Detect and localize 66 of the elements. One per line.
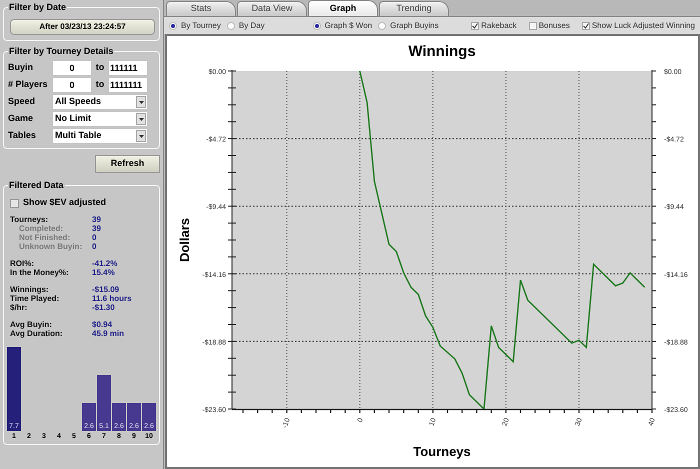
chart-title: Winnings <box>408 43 476 60</box>
to-label: to <box>94 78 106 92</box>
range-to-field[interactable]: 111111 <box>109 61 147 75</box>
group-title: Filtered Data <box>8 179 65 191</box>
range-from-field[interactable]: 0 <box>53 61 91 75</box>
checkbox[interactable] <box>528 22 537 30</box>
stat-value: 11.6 hours <box>92 294 132 303</box>
stat-label: Not Finished: <box>18 233 72 242</box>
stat-value: $0.94 <box>92 320 112 329</box>
group-title: Filter by Tourney Details <box>8 45 114 57</box>
radio-label: Graph $ Won <box>324 20 372 32</box>
stat-value: 39 <box>92 224 101 233</box>
tab[interactable]: Graph <box>308 0 378 16</box>
stat-label: Unknown Buyin: <box>18 242 84 251</box>
radio-label: By Tourney <box>181 20 221 32</box>
field-label: # Players <box>8 78 49 92</box>
group-title: Filter by Date <box>8 1 68 13</box>
stat-value: 39 <box>92 215 101 224</box>
field-label: Buyin <box>8 61 34 74</box>
stat-value: 0 <box>92 233 96 242</box>
range-from-field[interactable]: 0 <box>53 78 91 92</box>
date-filter-button[interactable]: After 03/23/13 23:24:57 <box>10 19 155 35</box>
stat-label: Avg Duration: <box>10 329 64 338</box>
x-axis-title: Tourneys <box>413 444 471 459</box>
radio-button[interactable] <box>378 22 386 30</box>
stat-label: In the Money%: <box>10 268 70 277</box>
tab[interactable]: Trending <box>379 1 449 16</box>
refresh-button[interactable]: Refresh <box>95 155 160 173</box>
radio-button[interactable] <box>312 22 321 30</box>
stat-value: -$1.30 <box>92 303 115 312</box>
radio-button[interactable] <box>169 22 177 30</box>
stat-label: Completed: <box>18 224 64 233</box>
checkbox-label: Show Luck Adjusted Winning <box>592 20 695 32</box>
stat-label: Tourneys: <box>10 215 50 224</box>
tab[interactable]: Stats <box>166 1 236 16</box>
checkbox-label: Bonuses <box>538 20 570 32</box>
range-to-field[interactable]: 1111111 <box>109 78 147 92</box>
stat-label: Winnings: <box>10 285 50 294</box>
stat-value: 0 <box>92 242 96 251</box>
check-icon <box>582 22 589 28</box>
checkbox[interactable] <box>582 22 590 30</box>
stat-value: 45.9 min <box>92 329 124 338</box>
stat-value: -41.2% <box>92 259 118 268</box>
checkbox-label: Rakeback <box>481 20 517 32</box>
checkbox[interactable] <box>10 198 19 208</box>
radio-label: Graph Buyins <box>390 20 439 32</box>
stat-label: Time Played: <box>10 294 60 303</box>
field-label: Tables <box>8 129 37 142</box>
stat-value: 15.4% <box>92 268 115 277</box>
field-label: Speed <box>8 95 36 108</box>
tab[interactable]: Data View <box>237 1 307 16</box>
dropdown[interactable]: No Limit <box>53 112 147 126</box>
checkbox-label: Show $EV adjusted <box>23 196 106 210</box>
field-label: Game <box>8 112 34 126</box>
radio-label: By Day <box>238 20 265 32</box>
checkbox[interactable] <box>471 22 480 30</box>
dropdown[interactable]: Multi Table <box>53 129 147 143</box>
dropdown[interactable]: All Speeds <box>53 95 147 109</box>
check-icon <box>472 22 478 28</box>
stat-value: -$15.09 <box>92 285 120 294</box>
radio-button[interactable] <box>226 22 235 30</box>
stat-label: $/hr: <box>10 303 28 312</box>
stat-label: ROI%: <box>10 259 35 268</box>
to-label: to <box>94 61 106 74</box>
y-axis-title: Dollars <box>177 218 192 262</box>
stat-label: Avg Buyin: <box>10 320 53 329</box>
